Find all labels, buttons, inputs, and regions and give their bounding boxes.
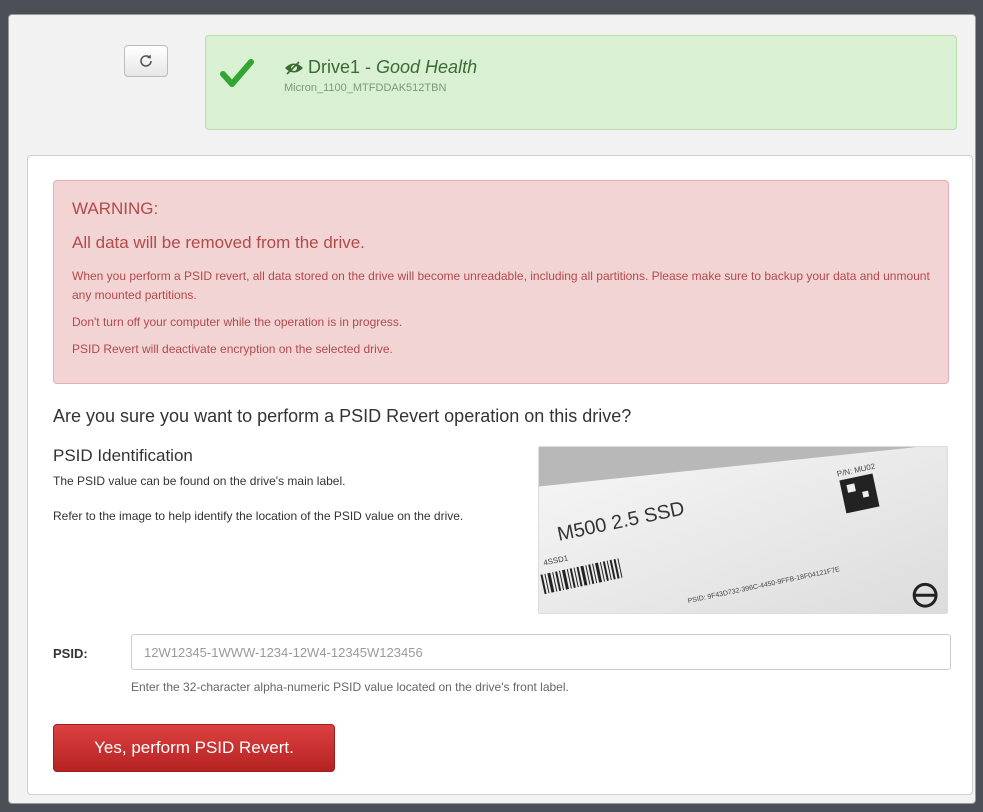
- warning-alert: WARNING: All data will be removed from t…: [53, 180, 949, 384]
- psid-identification-heading: PSID Identification: [53, 446, 193, 465]
- psid-help-text: Enter the 32-character alpha-numeric PSI…: [131, 680, 569, 694]
- warning-subtitle: All data will be removed from the drive.: [72, 233, 365, 252]
- dialog-window: Drive1 - Good Health Micron_1100_MTFDDAK…: [8, 14, 976, 804]
- warning-text-2: Don't turn off your computer while the o…: [72, 315, 403, 329]
- health-separator: -: [360, 57, 377, 77]
- label-qr-code: [839, 473, 880, 514]
- drive-label-image: M500 2.5 SSD P/N: MU02 4SSD1 PSID: 9F43D…: [538, 446, 948, 614]
- drive-label-illustration: M500 2.5 SSD P/N: MU02 4SSD1 PSID: 9F43D…: [539, 447, 947, 613]
- health-status: Good Health: [376, 57, 478, 77]
- psid-description-1: The PSID value can be found on the drive…: [53, 474, 346, 488]
- refresh-button[interactable]: [124, 45, 168, 77]
- perform-psid-revert-button[interactable]: Yes, perform PSID Revert.: [53, 724, 335, 772]
- drive-health-status: Drive1 - Good Health Micron_1100_MTFDDAK…: [205, 35, 957, 130]
- warning-title: WARNING:: [72, 199, 159, 218]
- drive-eye-icon: [285, 60, 303, 75]
- drive-model: Micron_1100_MTFDDAK512TBN: [284, 82, 447, 94]
- psid-description-2: Refer to the image to help identify the …: [53, 509, 464, 523]
- confirm-question: Are you sure you want to perform a PSID …: [53, 406, 632, 426]
- psid-revert-panel: WARNING: All data will be removed from t…: [27, 155, 973, 795]
- psid-input[interactable]: [131, 634, 951, 670]
- check-icon: [220, 59, 254, 87]
- warning-text-3: PSID Revert will deactivate encryption o…: [72, 342, 393, 356]
- drive-name: Drive1: [308, 57, 361, 77]
- drive-title: Drive1 - Good Health: [284, 57, 477, 78]
- psid-field-label: PSID:: [53, 646, 88, 661]
- warning-text-1: When you perform a PSID revert, all data…: [72, 269, 930, 302]
- refresh-icon: [140, 54, 152, 67]
